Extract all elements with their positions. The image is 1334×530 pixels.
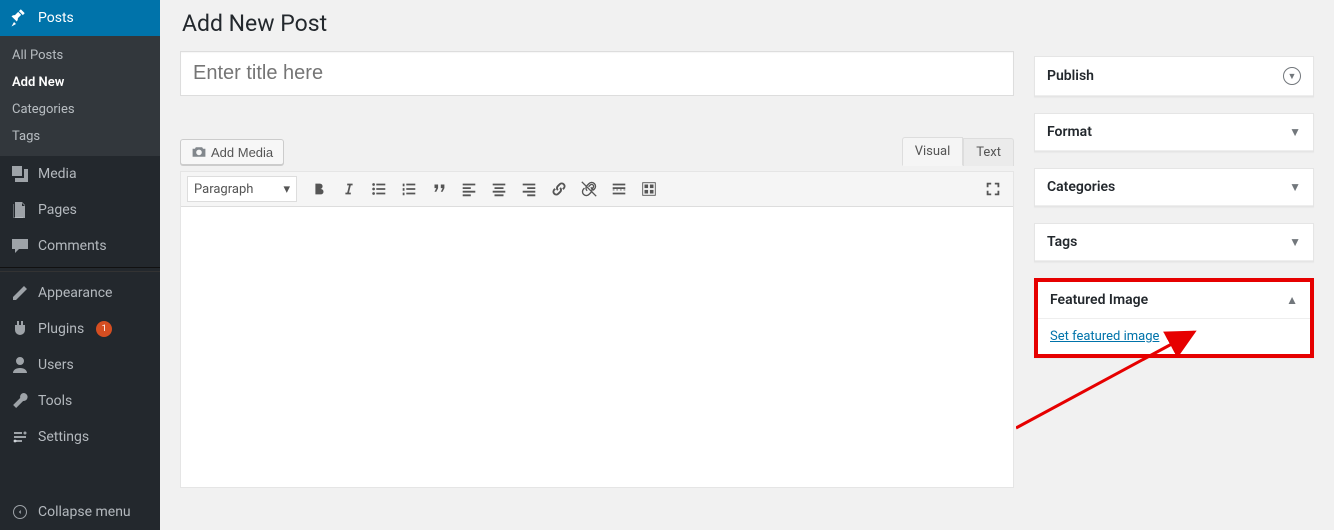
sidebar-item-users[interactable]: Users (0, 347, 160, 383)
editor-body[interactable] (181, 207, 1013, 487)
chevron-down-icon: ▾ (283, 182, 290, 197)
users-icon (10, 355, 30, 375)
set-featured-image-link[interactable]: Set featured image (1050, 329, 1159, 344)
metabox-title: Featured Image (1050, 292, 1148, 308)
camera-icon (191, 144, 207, 160)
sidebar-item-posts[interactable]: Posts (0, 0, 160, 36)
tab-visual[interactable]: Visual (902, 137, 964, 166)
metabox-publish-header[interactable]: Publish ▼ (1035, 57, 1313, 96)
settings-icon (10, 427, 30, 447)
sidebar-item-media[interactable]: Media (0, 156, 160, 192)
tb-number-list[interactable] (395, 176, 423, 202)
tb-fullscreen[interactable] (979, 176, 1007, 202)
sidebar-item-plugins[interactable]: Plugins 1 (0, 311, 160, 347)
metabox-title: Publish (1047, 68, 1094, 84)
menu-separator (0, 267, 160, 272)
sidebar-label: Pages (38, 202, 77, 218)
tb-quote[interactable] (425, 176, 453, 202)
pages-icon (10, 200, 30, 220)
sidebar-label: Plugins (38, 321, 84, 337)
metabox-categories: Categories ▼ (1034, 168, 1314, 207)
tb-bold[interactable] (305, 176, 333, 202)
sidebar-item-tools[interactable]: Tools (0, 383, 160, 419)
metabox-featured-image: Featured Image ▲ Set featured image (1034, 278, 1314, 358)
metabox-title: Format (1047, 124, 1092, 140)
sidebar-item-comments[interactable]: Comments (0, 228, 160, 264)
sidebar-label: Media (38, 166, 77, 182)
chevron-down-icon: ▼ (1289, 235, 1301, 249)
sidebar-item-pages[interactable]: Pages (0, 192, 160, 228)
tb-link[interactable] (545, 176, 573, 202)
chevron-down-icon: ▼ (1283, 67, 1301, 85)
tb-unlink[interactable] (575, 176, 603, 202)
tab-text[interactable]: Text (963, 138, 1014, 166)
tb-read-more[interactable] (605, 176, 633, 202)
format-selected: Paragraph (194, 182, 253, 197)
tb-align-center[interactable] (485, 176, 513, 202)
plugins-icon (10, 319, 30, 339)
metabox-format-header[interactable]: Format ▼ (1035, 114, 1313, 151)
collapse-menu[interactable]: Collapse menu (0, 494, 160, 530)
sidebar-label: Appearance (38, 285, 112, 301)
tb-italic[interactable] (335, 176, 363, 202)
plugins-badge: 1 (96, 321, 112, 337)
editor-toolbar: Paragraph ▾ (181, 172, 1013, 207)
sidebar-sub-categories[interactable]: Categories (0, 96, 160, 123)
comments-icon (10, 236, 30, 256)
metabox-tags-header[interactable]: Tags ▼ (1035, 224, 1313, 261)
collapse-icon (10, 502, 30, 522)
format-dropdown[interactable]: Paragraph ▾ (187, 176, 297, 202)
appearance-icon (10, 283, 30, 303)
page-title: Add New Post (182, 10, 1014, 37)
chevron-up-icon: ▲ (1286, 293, 1298, 307)
meta-column: Publish ▼ Format ▼ Categories ▼ Tags (1034, 10, 1314, 510)
metabox-format: Format ▼ (1034, 113, 1314, 152)
metabox-featured-header[interactable]: Featured Image ▲ (1038, 282, 1310, 319)
sidebar-item-settings[interactable]: Settings (0, 419, 160, 455)
collapse-label: Collapse menu (38, 504, 131, 520)
metabox-tags: Tags ▼ (1034, 223, 1314, 262)
sidebar-item-appearance[interactable]: Appearance (0, 275, 160, 311)
sidebar-sub-tags[interactable]: Tags (0, 123, 160, 150)
add-media-label: Add Media (211, 145, 273, 160)
sidebar-sub-add-new[interactable]: Add New (0, 69, 160, 96)
metabox-title: Tags (1047, 234, 1077, 250)
sidebar-label: Comments (38, 238, 107, 254)
editor: Paragraph ▾ (180, 171, 1014, 488)
main-content: Add New Post Add Media Visual Text Parag… (160, 0, 1334, 530)
metabox-categories-header[interactable]: Categories ▼ (1035, 169, 1313, 206)
sidebar-label: Tools (38, 393, 72, 409)
tb-align-right[interactable] (515, 176, 543, 202)
add-media-button[interactable]: Add Media (180, 139, 284, 165)
tb-align-left[interactable] (455, 176, 483, 202)
posts-submenu: All Posts Add New Categories Tags (0, 36, 160, 156)
sidebar-label: Users (38, 357, 74, 373)
admin-sidebar: Posts All Posts Add New Categories Tags … (0, 0, 160, 530)
tb-bullet-list[interactable] (365, 176, 393, 202)
sidebar-label: Posts (38, 10, 74, 26)
tools-icon (10, 391, 30, 411)
media-icon (10, 164, 30, 184)
sidebar-sub-all-posts[interactable]: All Posts (0, 42, 160, 69)
metabox-title: Categories (1047, 179, 1115, 195)
sidebar-label: Settings (38, 429, 89, 445)
metabox-publish: Publish ▼ (1034, 56, 1314, 97)
tb-toolbar-toggle[interactable] (635, 176, 663, 202)
post-title-input[interactable] (180, 51, 1014, 96)
chevron-down-icon: ▼ (1289, 180, 1301, 194)
pin-icon (10, 8, 30, 28)
chevron-down-icon: ▼ (1289, 125, 1301, 139)
